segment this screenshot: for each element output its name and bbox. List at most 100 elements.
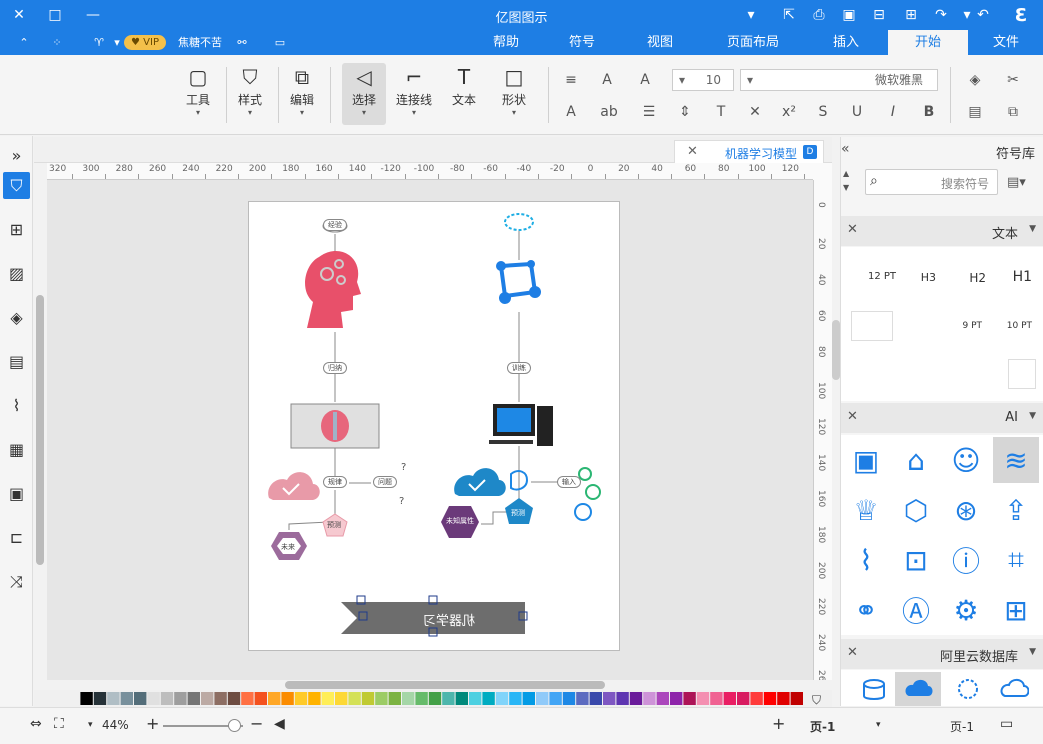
node-input-label[interactable]: 输入: [557, 476, 581, 488]
paste-icon[interactable]: ▤: [964, 101, 986, 123]
tab-view[interactable]: 视图: [630, 30, 690, 55]
canvas[interactable]: ? ? 经验 归纳 训练 规律 问题 输入 预测 预测 未来 未知属性 机器学习: [47, 180, 813, 680]
minimize-icon[interactable]: —: [82, 4, 104, 26]
text-9pt[interactable]: 9 PT: [962, 321, 982, 331]
node-problem-label[interactable]: 问题: [373, 476, 397, 488]
color-swatch[interactable]: [683, 692, 696, 705]
tab-insert[interactable]: 插入: [816, 30, 876, 55]
page-layout-icon[interactable]: ▭: [1000, 716, 1013, 732]
page-name[interactable]: 页-1: [950, 718, 974, 735]
text-list-symbol[interactable]: [1008, 359, 1036, 389]
color-swatch[interactable]: [361, 692, 375, 705]
color-swatch[interactable]: [294, 692, 308, 705]
font-grow-icon[interactable]: A: [634, 69, 656, 91]
ai-wave-symbol[interactable]: ≋: [993, 437, 1039, 483]
text-box-symbol[interactable]: [851, 311, 893, 341]
page-tab[interactable]: 页-1: [810, 718, 835, 735]
vip-badge[interactable]: ♥ VIP: [124, 35, 166, 50]
bullet-list-icon[interactable]: ☰: [638, 101, 660, 123]
node-unknown-attr-label[interactable]: 未知属性: [443, 516, 477, 526]
color-swatch[interactable]: [750, 692, 763, 705]
color-swatch[interactable]: [455, 692, 468, 705]
color-swatch[interactable]: [348, 692, 361, 705]
color-swatch[interactable]: [402, 692, 415, 705]
document-tab[interactable]: ✕ 机器学习模型 D: [674, 140, 824, 163]
zoom-in-icon[interactable]: +: [146, 714, 159, 733]
color-swatch[interactable]: [549, 692, 562, 705]
apps-icon[interactable]: ⁘: [48, 33, 66, 52]
color-swatch[interactable]: [469, 692, 482, 705]
dropdown-icon[interactable]: ▾: [740, 4, 762, 26]
banner-title[interactable]: 机器学习: [389, 610, 509, 629]
ai-image-symbol[interactable]: ▣: [843, 437, 889, 483]
color-swatch[interactable]: [174, 692, 187, 705]
node-experience-label[interactable]: 经验: [323, 219, 347, 231]
database-symbol[interactable]: [851, 672, 897, 706]
bold-icon[interactable]: B: [918, 101, 940, 123]
strikethrough-icon[interactable]: S: [812, 101, 834, 123]
fit-width-icon[interactable]: ⇔: [30, 716, 42, 732]
tab-symbols[interactable]: 符号: [552, 30, 612, 55]
layers-icon[interactable]: ◈: [3, 304, 30, 331]
font-color-icon[interactable]: A: [560, 101, 582, 123]
connector-button[interactable]: ⌐ 连接线 ▾: [392, 63, 436, 125]
section-alicloud-header[interactable]: ✕ 阿里云数据库 ▼: [841, 639, 1043, 669]
fill-picker-icon[interactable]: ⛉: [812, 693, 821, 707]
color-swatch[interactable]: [696, 692, 710, 705]
zoom-out-icon[interactable]: −: [250, 714, 263, 733]
export-icon[interactable]: ⇱: [778, 4, 800, 26]
text-h2[interactable]: H2: [969, 271, 986, 285]
color-swatch[interactable]: [589, 692, 602, 705]
section-ai-header[interactable]: ✕ AI ▼: [841, 403, 1043, 433]
ai-chart-symbol[interactable]: ⊞: [993, 587, 1039, 633]
copy-icon[interactable]: ⧉: [1002, 101, 1024, 123]
node-train-label[interactable]: 训练: [507, 362, 531, 374]
ai-processor-symbol[interactable]: ⚙: [943, 587, 989, 633]
color-swatch[interactable]: [576, 692, 589, 705]
color-swatch[interactable]: [522, 692, 535, 705]
expand-icon[interactable]: »: [3, 142, 30, 169]
color-swatch[interactable]: [763, 692, 777, 705]
color-swatch[interactable]: [120, 692, 133, 705]
collapse-icon[interactable]: ⌃: [16, 33, 32, 52]
left-scrollbar[interactable]: [36, 295, 44, 565]
cloud-service-symbol[interactable]: [991, 672, 1037, 706]
edit-button[interactable]: ⧉ 编辑 ▾: [280, 63, 324, 125]
zoom-slider-thumb[interactable]: [228, 719, 241, 732]
close-section-icon[interactable]: ✕: [847, 409, 858, 424]
text-button[interactable]: T 文本: [442, 63, 486, 125]
style-button[interactable]: ⛉ 样式 ▾: [228, 63, 272, 125]
color-swatch[interactable]: [254, 692, 267, 705]
table-icon[interactable]: ▦: [3, 436, 30, 463]
color-swatch[interactable]: [790, 692, 803, 705]
color-swatch[interactable]: [134, 692, 147, 705]
color-swatch[interactable]: [723, 692, 736, 705]
fill-icon[interactable]: ⛉: [3, 172, 30, 199]
italic-icon[interactable]: I: [882, 101, 904, 123]
symbol-search-box[interactable]: ⌕ 搜索符号: [865, 169, 998, 195]
section-text-header[interactable]: ✕ 文本 ▼: [841, 216, 1043, 246]
color-swatch[interactable]: [603, 692, 616, 705]
color-swatch[interactable]: [187, 692, 200, 705]
user-dropdown-icon[interactable]: ▾: [112, 33, 122, 52]
color-swatch[interactable]: [629, 692, 643, 705]
color-swatch[interactable]: [428, 692, 442, 705]
line-spacing-icon[interactable]: ≡: [560, 69, 582, 91]
text-10pt[interactable]: 10 PT: [1007, 321, 1032, 331]
text-case-icon[interactable]: ab: [598, 101, 620, 123]
scroll-down-icon[interactable]: ▼: [843, 183, 849, 192]
close-tab-icon[interactable]: ✕: [687, 144, 698, 159]
text-12pt[interactable]: 12 PT: [868, 271, 896, 282]
cloud-upload-symbol[interactable]: [895, 672, 941, 706]
text-h1[interactable]: H1: [1013, 269, 1032, 285]
color-swatch[interactable]: [737, 692, 750, 705]
color-swatch[interactable]: [147, 692, 160, 705]
clear-format-icon[interactable]: ✕: [744, 101, 766, 123]
color-swatch[interactable]: [160, 692, 174, 705]
color-swatch[interactable]: [80, 692, 93, 705]
color-swatch[interactable]: [375, 692, 388, 705]
node-future-label[interactable]: 未来: [281, 542, 295, 552]
user-name[interactable]: 焦糖不苦: [172, 33, 228, 52]
outline-icon[interactable]: ⊏: [3, 524, 30, 551]
color-swatch[interactable]: [281, 692, 294, 705]
